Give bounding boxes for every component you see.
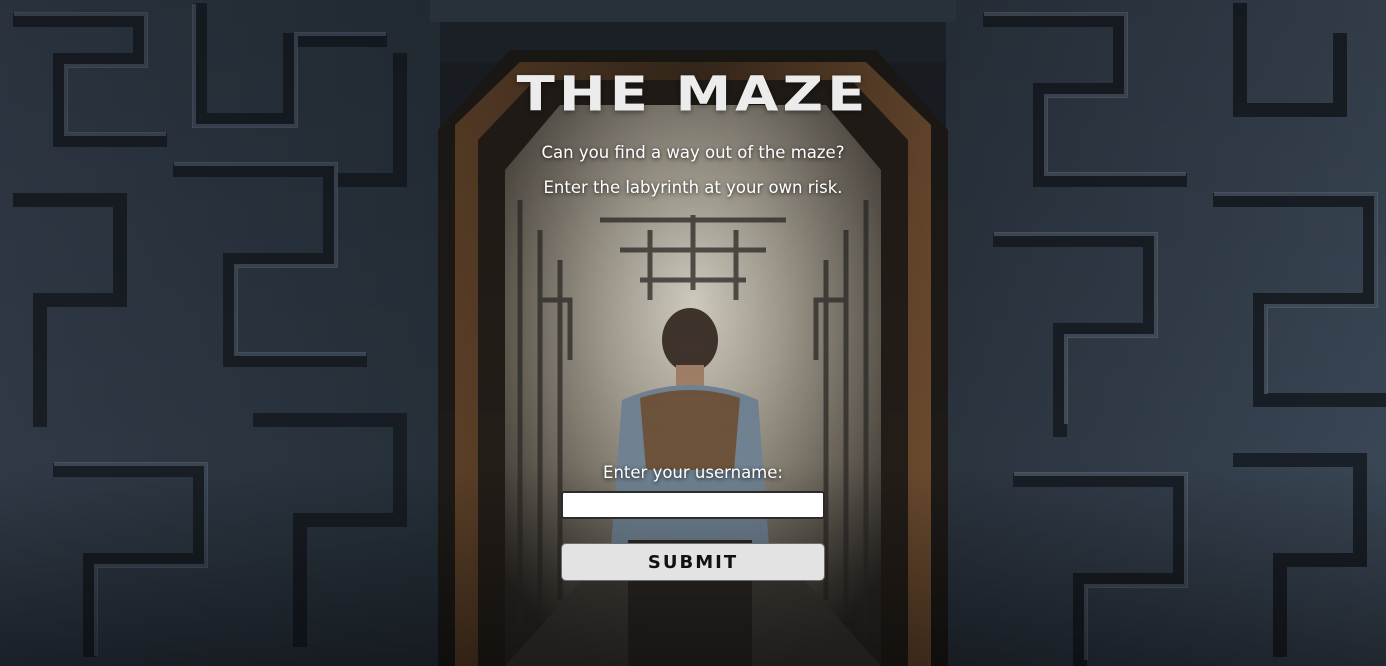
username-label: Enter your username: — [603, 463, 783, 482]
username-form: Enter your username: SUBMIT — [561, 462, 825, 581]
maze-landing-page: THE MAZE Can you find a way out of the m… — [0, 0, 1386, 666]
page-title: THE MAZE — [516, 66, 870, 123]
tagline-warning: Enter the labyrinth at your own risk. — [543, 178, 843, 197]
username-input[interactable] — [561, 491, 825, 519]
tagline-question: Can you find a way out of the maze? — [541, 143, 845, 162]
submit-button[interactable]: SUBMIT — [561, 543, 825, 581]
